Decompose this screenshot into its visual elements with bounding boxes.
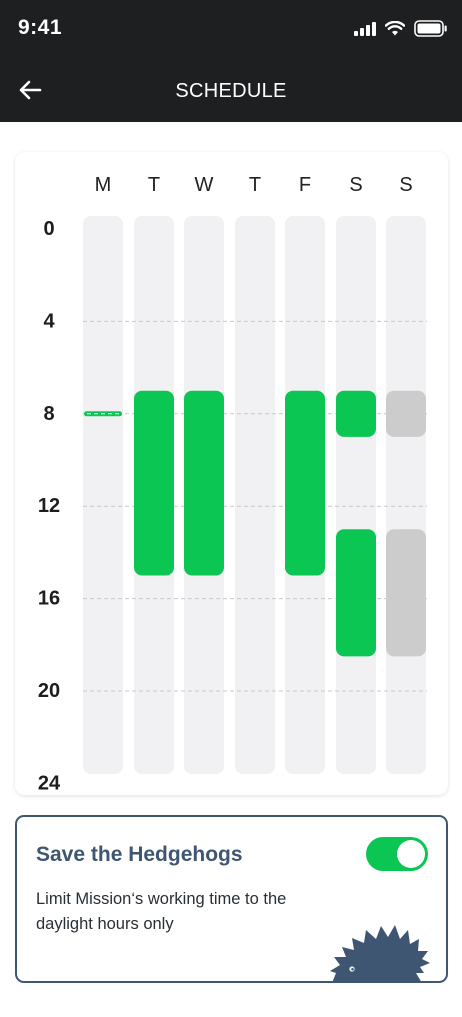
hedgehog-card-title: Save the Hedgehogs — [36, 843, 243, 866]
schedule-block-active[interactable] — [134, 390, 174, 576]
hedgehog-icon — [330, 925, 430, 981]
schedule-block-active[interactable] — [184, 390, 224, 576]
schedule-block-inactive[interactable] — [386, 529, 426, 657]
schedule-block-inactive[interactable] — [386, 390, 426, 437]
day-track[interactable] — [336, 216, 376, 774]
status-bar: 9:41 — [0, 0, 462, 58]
status-time: 9:41 — [18, 16, 63, 39]
hour-label: 4 — [43, 310, 55, 332]
weekly-schedule-grid[interactable]: M T W T F S S 0 4 8 12 16 20 24 — [15, 152, 448, 795]
hour-label: 16 — [38, 588, 60, 610]
hedgehog-card: Save the Hedgehogs Limit Mission‘s worki… — [15, 815, 448, 983]
day-header: F — [299, 174, 311, 196]
status-icons — [354, 20, 448, 37]
day-header: W — [195, 174, 214, 196]
day-track[interactable] — [386, 216, 426, 774]
toggle-knob — [397, 840, 425, 868]
day-header: S — [399, 174, 412, 196]
cellular-signal-icon — [354, 21, 376, 36]
schedule-block-active[interactable] — [285, 390, 325, 576]
day-header: T — [249, 174, 261, 196]
day-track[interactable] — [235, 216, 275, 774]
daylight-only-toggle[interactable] — [366, 837, 428, 871]
wifi-icon — [385, 21, 405, 36]
day-track[interactable] — [83, 216, 123, 774]
page-title: SCHEDULE — [175, 80, 287, 102]
hour-label: 8 — [43, 403, 54, 425]
schedule-block-active[interactable] — [336, 390, 376, 437]
schedule-card: M T W T F S S 0 4 8 12 16 20 24 — [15, 152, 448, 795]
hour-label: 0 — [43, 218, 54, 240]
day-header: T — [148, 174, 160, 196]
day-header: M — [95, 174, 112, 196]
hedgehog-card-description: Limit Mission‘s working time to the dayl… — [36, 890, 287, 933]
hour-label: 24 — [38, 772, 61, 794]
hour-label: 20 — [38, 680, 60, 702]
schedule-block-active[interactable] — [336, 529, 376, 657]
day-header: S — [349, 174, 362, 196]
battery-icon — [414, 20, 447, 37]
app-bar: SCHEDULE — [0, 58, 462, 122]
hour-label: 12 — [38, 495, 60, 517]
